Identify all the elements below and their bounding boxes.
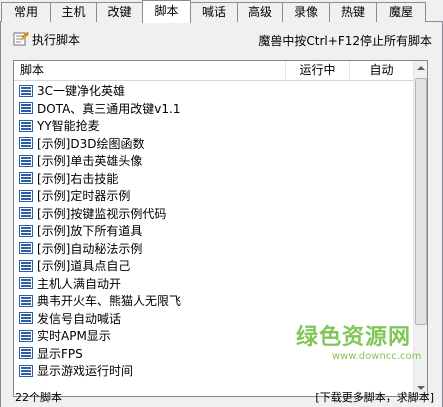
column-header-running[interactable]: 运行中 <box>286 61 350 81</box>
script-name: 主机人满自动开 <box>37 276 122 291</box>
script-icon <box>19 224 33 237</box>
list-item[interactable]: [示例]按键监视示例代码 <box>14 205 413 223</box>
list-item[interactable]: 发信号自动喊话 <box>14 310 413 328</box>
column-header-auto[interactable]: 自动 <box>350 61 413 81</box>
script-count: 22个脚本 <box>15 391 62 404</box>
script-icon <box>19 364 33 377</box>
script-name: [示例]放下所有道具 <box>37 224 143 239</box>
script-icon <box>19 137 33 150</box>
list-item[interactable]: 主机人满自动开 <box>14 275 413 293</box>
script-icon <box>19 102 33 115</box>
tab-shout[interactable]: 喊话 <box>190 2 238 22</box>
tab-replay[interactable]: 录像 <box>282 2 330 22</box>
script-name: 显示游戏运行时间 <box>37 364 134 379</box>
script-icon <box>19 154 33 167</box>
script-panel: 执行脚本 魔兽中按Ctrl+F12停止所有脚本 脚本 运行中 自动 3C一键净化… <box>0 22 443 407</box>
tab-magic-house[interactable]: 魔屋 <box>376 2 426 22</box>
list-item[interactable]: [示例]定时器示例 <box>14 187 413 205</box>
list-item[interactable]: 实时APM显示 <box>14 327 413 345</box>
script-name: [示例]D3D绘图函数 <box>37 136 145 151</box>
script-name: DOTA、真三通用改键v1.1 <box>37 101 181 116</box>
script-name: 发信号自动喊话 <box>37 311 122 326</box>
script-name: 典韦开火车、熊猫人无限飞 <box>37 294 182 309</box>
list-header: 脚本 运行中 自动 <box>14 61 413 81</box>
list-item[interactable]: [示例]放下所有道具 <box>14 222 413 240</box>
tab-script[interactable]: 脚本 <box>142 0 191 23</box>
script-icon <box>19 189 33 202</box>
script-name: [示例]自动秘法示例 <box>37 241 143 256</box>
vertical-scrollbar[interactable] <box>413 61 427 396</box>
execute-script-label: 执行脚本 <box>32 32 81 47</box>
list-body: 3C一键净化英雄 DOTA、真三通用改键v1.1 YY智能抢麦 [示例]D3D绘… <box>14 82 413 396</box>
execute-script-button[interactable]: 执行脚本 <box>13 30 80 48</box>
tab-host[interactable]: 主机 <box>50 2 97 22</box>
scrollbar-thumb[interactable] <box>415 78 427 325</box>
scroll-up-arrow-icon[interactable] <box>415 62 427 76</box>
script-icon <box>19 259 33 272</box>
script-icon <box>19 242 33 255</box>
script-name: [示例]按键监视示例代码 <box>37 206 167 221</box>
list-item[interactable]: 显示游戏运行时间 <box>14 362 413 380</box>
stop-hint-text: 魔兽中按Ctrl+F12停止所有脚本 <box>258 34 432 48</box>
script-name: 3C一键净化英雄 <box>37 84 126 99</box>
column-header-script[interactable]: 脚本 <box>14 61 286 81</box>
list-item[interactable]: 3C一键净化英雄 <box>14 82 413 100</box>
script-icon <box>19 277 33 290</box>
tab-advanced[interactable]: 高级 <box>237 2 283 22</box>
script-icon <box>19 329 33 342</box>
download-more-scripts-link[interactable]: [下载更多脚本，求脚本] <box>315 389 434 405</box>
script-icon <box>19 294 33 307</box>
list-item[interactable]: [示例]单击英雄头像 <box>14 152 413 170</box>
script-name: [示例]道具点自己 <box>37 259 131 274</box>
script-name: 显示FPS <box>37 346 83 361</box>
list-item[interactable]: [示例]D3D绘图函数 <box>14 135 413 153</box>
tab-bar: 常用 主机 改键 脚本 喊话 高级 录像 热键 魔屋 <box>0 0 443 23</box>
tab-common[interactable]: 常用 <box>1 2 51 22</box>
list-item[interactable]: [示例]右击技能 <box>14 170 413 188</box>
list-item[interactable]: DOTA、真三通用改键v1.1 <box>14 100 413 118</box>
execute-script-icon <box>13 31 29 47</box>
script-name: YY智能抢麦 <box>37 119 100 134</box>
script-name: [示例]定时器示例 <box>37 189 131 204</box>
script-name: [示例]单击英雄头像 <box>37 154 143 169</box>
list-item[interactable]: 典韦开火车、熊猫人无限飞 <box>14 292 413 310</box>
script-icon <box>19 119 33 132</box>
list-item[interactable]: [示例]自动秘法示例 <box>14 240 413 258</box>
list-item[interactable]: YY智能抢麦 <box>14 117 413 135</box>
script-icon <box>19 312 33 325</box>
tab-hotkey[interactable]: 热键 <box>329 2 377 22</box>
script-icon <box>19 207 33 220</box>
script-name: 实时APM显示 <box>37 329 111 344</box>
script-icon <box>19 172 33 185</box>
list-item[interactable]: 显示FPS <box>14 345 413 363</box>
tab-keymap[interactable]: 改键 <box>96 2 143 22</box>
script-icon <box>19 84 33 97</box>
script-list[interactable]: 脚本 运行中 自动 3C一键净化英雄 DOTA、真三通用改键v1.1 YY智能抢… <box>13 60 428 397</box>
script-name: [示例]右击技能 <box>37 171 119 186</box>
script-icon <box>19 347 33 360</box>
list-item[interactable]: [示例]道具点自己 <box>14 257 413 275</box>
